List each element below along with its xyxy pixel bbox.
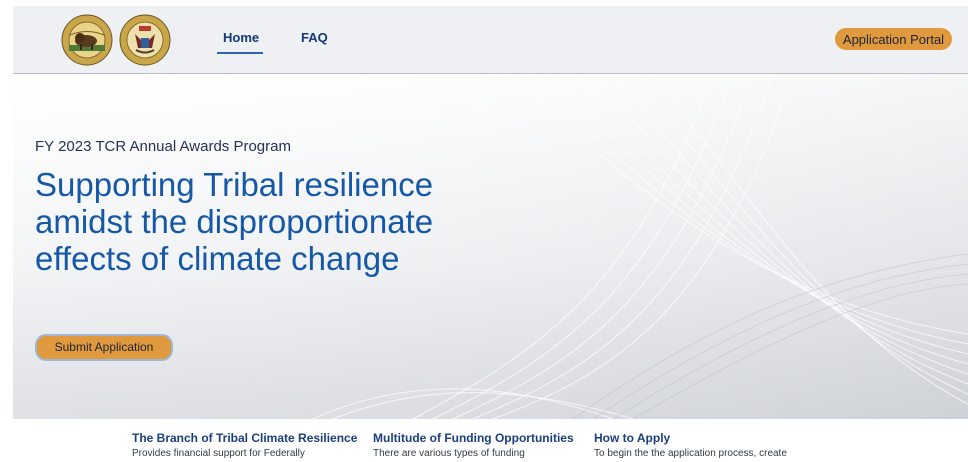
feature-text: There are various types of funding <box>373 448 525 459</box>
submit-application-button[interactable]: Submit Application <box>35 334 173 361</box>
hero-banner: FY 2023 TCR Annual Awards Program Suppor… <box>13 74 968 419</box>
nav-active-indicator <box>217 52 263 54</box>
feature-text: Provides financial support for Federally <box>132 448 305 459</box>
feature-how-to-apply: How to Apply To begin the the applicatio… <box>594 431 824 459</box>
hero-headline: Supporting Tribal resilience amidst the … <box>35 166 434 277</box>
feature-text: To begin the the application process, cr… <box>594 448 787 459</box>
page: Home FAQ Application Portal FY 2023 TCR … <box>0 0 968 462</box>
nav-home-link[interactable]: Home <box>223 30 259 45</box>
feature-funding: Multitude of Funding Opportunities There… <box>373 431 603 459</box>
feature-tcr-branch: The Branch of Tribal Climate Resilience … <box>132 431 362 459</box>
nav-faq-link[interactable]: FAQ <box>301 30 328 45</box>
doi-seal-icon[interactable] <box>61 14 113 66</box>
feature-title: Multitude of Funding Opportunities <box>373 431 574 445</box>
feature-title: The Branch of Tribal Climate Resilience <box>132 431 358 445</box>
site-header: Home FAQ Application Portal <box>13 6 968 74</box>
program-eyebrow: FY 2023 TCR Annual Awards Program <box>35 138 291 155</box>
bia-seal-icon[interactable] <box>119 14 171 66</box>
application-portal-button[interactable]: Application Portal <box>835 28 952 50</box>
feature-title: How to Apply <box>594 431 671 445</box>
